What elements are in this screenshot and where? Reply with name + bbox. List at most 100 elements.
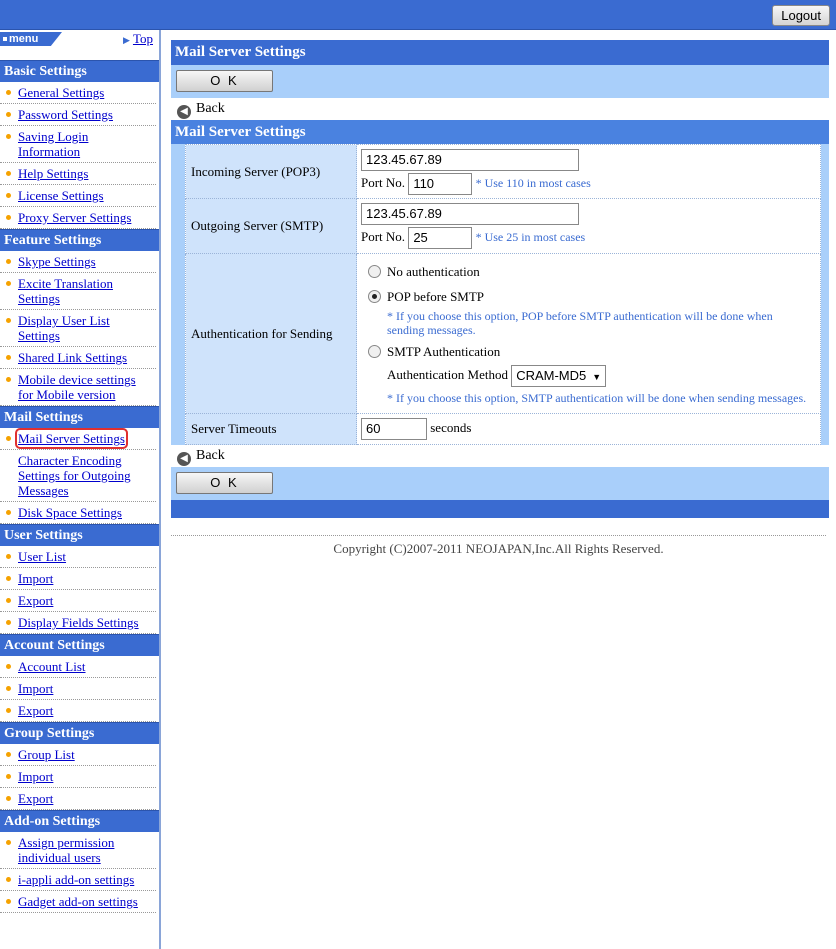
sidebar-item-proxy-server-settings[interactable]: Proxy Server Settings <box>0 207 156 229</box>
no-auth-radio[interactable] <box>368 264 381 278</box>
smtp-hint: * If you choose this option, SMTP authen… <box>387 390 807 405</box>
top-bar: Logout <box>0 0 836 30</box>
sidebar-link[interactable]: Export <box>18 791 53 806</box>
sidebar-link[interactable]: i-appli add-on settings <box>18 872 134 887</box>
sidebar-link[interactable]: Password Settings <box>18 107 113 122</box>
sidebar-item-password-settings[interactable]: Password Settings <box>0 104 156 126</box>
sidebar-link[interactable]: Saving Login Information <box>18 129 88 159</box>
bullet-icon <box>6 90 11 95</box>
form-wrapper: Incoming Server (POP3) 123.45.67.89 Port… <box>171 144 829 445</box>
bullet-icon <box>6 318 11 323</box>
sidebar-link[interactable]: Character Encoding Settings for Outgoing… <box>18 453 131 498</box>
ok-button-top[interactable]: O K <box>176 70 273 92</box>
back-link-bottom[interactable]: Back <box>196 448 225 463</box>
sidebar-item-license-settings[interactable]: License Settings <box>0 185 156 207</box>
sidebar-item-i-appli-add-on-settings[interactable]: i-appli add-on settings <box>0 869 156 891</box>
auth-row: Authentication for Sending No authentica… <box>185 253 821 414</box>
sidebar-item-display-fields-settings[interactable]: Display Fields Settings <box>0 612 156 634</box>
sidebar-link[interactable]: Help Settings <box>18 166 88 181</box>
section-account-settings: Account Settings <box>0 634 159 656</box>
sidebar-link[interactable]: Assign permission individual users <box>18 835 114 865</box>
sidebar-link[interactable]: Display User List Settings <box>18 313 110 343</box>
bullet-icon <box>6 193 11 198</box>
sidebar-link[interactable]: General Settings <box>18 85 104 100</box>
sidebar-link[interactable]: Disk Space Settings <box>18 505 122 520</box>
sidebar-item-skype-settings[interactable]: Skype Settings <box>0 251 156 273</box>
sidebar-item-group-export[interactable]: Export <box>0 788 156 810</box>
section-basic-settings: Basic Settings <box>0 60 159 82</box>
section-mail-settings: Mail Settings <box>0 406 159 428</box>
logout-button[interactable]: Logout <box>772 5 830 26</box>
outgoing-server-input[interactable]: 123.45.67.89 <box>361 203 579 225</box>
menu-header: menu ▶ Top <box>0 30 159 60</box>
timeout-input[interactable]: 60 <box>361 418 427 440</box>
outgoing-port-input[interactable]: 25 <box>408 227 473 249</box>
sidebar-item-assign-permission[interactable]: Assign permission individual users <box>0 832 156 869</box>
back-arrow-icon[interactable]: ◀ <box>177 105 191 119</box>
bullet-icon <box>6 215 11 220</box>
sidebar-link[interactable]: Mobile device settings for Mobile versio… <box>18 372 136 402</box>
sidebar-link[interactable]: Skype Settings <box>18 254 96 269</box>
sidebar-link[interactable]: Group List <box>18 747 75 762</box>
back-link-top[interactable]: Back <box>196 101 225 116</box>
top-link[interactable]: ▶ Top <box>123 31 153 47</box>
sidebar-item-display-user-list-settings[interactable]: Display User List Settings <box>0 310 156 347</box>
bullet-icon <box>6 554 11 559</box>
back-arrow-icon[interactable]: ◀ <box>177 452 191 466</box>
sidebar-link[interactable]: Mail Server Settings <box>15 428 128 449</box>
bullet-icon <box>6 840 11 845</box>
sidebar-item-excite-translation-settings[interactable]: Excite Translation Settings <box>0 273 156 310</box>
sidebar-item-group-list[interactable]: Group List <box>0 744 156 766</box>
timeout-row: Server Timeouts 60 seconds <box>185 413 821 445</box>
bullet-icon <box>6 259 11 264</box>
incoming-port-input[interactable]: 110 <box>408 172 473 195</box>
bullet-icon <box>6 281 11 286</box>
bullet-icon <box>6 134 11 139</box>
incoming-port-hint: * Use 110 in most cases <box>475 175 591 190</box>
sidebar-link[interactable]: User List <box>18 549 66 564</box>
sidebar-item-user-import[interactable]: Import <box>0 568 156 590</box>
pop-before-smtp-radio[interactable] <box>368 289 381 303</box>
incoming-server-input[interactable]: 123.45.67.89 <box>361 148 579 171</box>
sidebar-item-user-export[interactable]: Export <box>0 590 156 612</box>
sidebar-item-disk-space-settings[interactable]: Disk Space Settings <box>0 502 156 524</box>
sidebar-item-account-export[interactable]: Export <box>0 700 156 722</box>
sidebar-item-group-import[interactable]: Import <box>0 766 156 788</box>
sidebar-link[interactable]: Import <box>18 681 53 696</box>
sidebar-item-mail-server-settings[interactable]: Mail Server Settings <box>0 428 156 450</box>
sidebar-link[interactable]: License Settings <box>18 188 104 203</box>
outgoing-label: Outgoing Server (SMTP) <box>185 198 357 254</box>
sidebar-link[interactable]: Excite Translation Settings <box>18 276 113 306</box>
sidebar-item-gadget-add-on-settings[interactable]: Gadget add-on settings <box>0 891 156 913</box>
auth-method-select[interactable]: CRAM-MD5 ▼ <box>511 364 607 387</box>
sidebar-item-shared-link-settings[interactable]: Shared Link Settings <box>0 347 156 369</box>
smtp-auth-radio[interactable] <box>368 344 381 358</box>
sidebar-item-account-import[interactable]: Import <box>0 678 156 700</box>
sidebar-item-saving-login-information[interactable]: Saving Login Information <box>0 126 156 163</box>
sidebar-link[interactable]: Import <box>18 571 53 586</box>
sidebar-item-user-list[interactable]: User List <box>0 546 156 568</box>
outgoing-value-cell: 123.45.67.89 Port No. 25 * Use 25 in mos… <box>356 198 821 254</box>
sidebar-link[interactable]: Export <box>18 593 53 608</box>
bullet-icon <box>6 796 11 801</box>
sidebar-item-mobile-device-settings[interactable]: Mobile device settings for Mobile versio… <box>0 369 156 406</box>
bullet-icon <box>6 576 11 581</box>
sidebar-link[interactable]: Display Fields Settings <box>18 615 139 630</box>
ok-button-bottom[interactable]: O K <box>176 472 273 494</box>
form-title: Mail Server Settings <box>171 120 829 144</box>
bottom-button-strip: O K <box>171 467 829 500</box>
sidebar-item-character-encoding-settings[interactable]: Character Encoding Settings for Outgoing… <box>0 450 156 502</box>
sidebar-link[interactable]: Shared Link Settings <box>18 350 127 365</box>
footer-divider <box>171 535 826 536</box>
sidebar-link[interactable]: Gadget add-on settings <box>18 894 138 909</box>
sidebar-item-general-settings[interactable]: General Settings <box>0 82 156 104</box>
sidebar-link[interactable]: Import <box>18 769 53 784</box>
sidebar-link[interactable]: Proxy Server Settings <box>18 210 131 225</box>
outgoing-port-hint: * Use 25 in most cases <box>475 229 586 244</box>
sidebar-link[interactable]: Account List <box>18 659 86 674</box>
bullet-icon <box>6 686 11 691</box>
sidebar-link[interactable]: Export <box>18 703 53 718</box>
sidebar-item-help-settings[interactable]: Help Settings <box>0 163 156 185</box>
sidebar-item-account-list[interactable]: Account List <box>0 656 156 678</box>
timeout-unit: seconds <box>430 419 472 435</box>
